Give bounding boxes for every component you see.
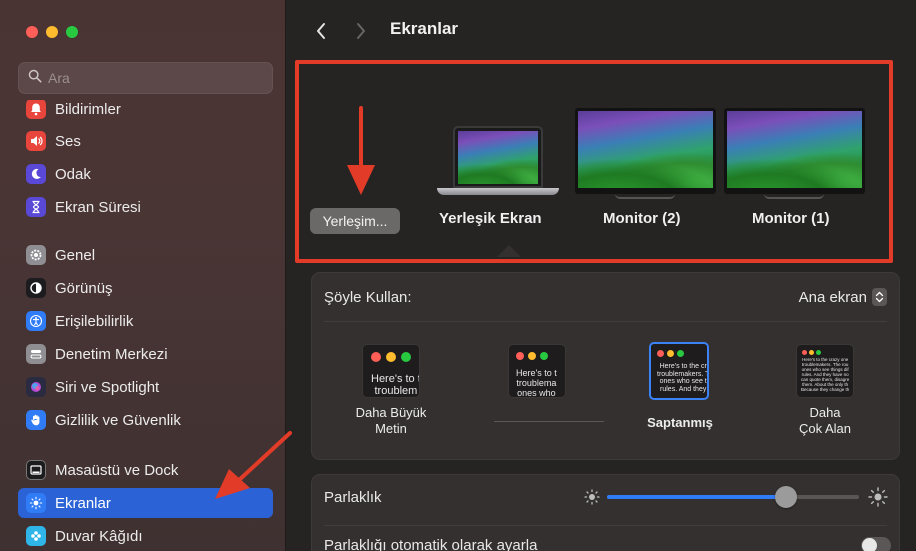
maximize-button[interactable]	[66, 26, 78, 38]
resolution-option-label: Daha Büyük Metin	[355, 405, 427, 437]
brightness-label: Parlaklık	[324, 489, 382, 506]
preview-text: Here's to the cr troublemakers. T ones w…	[657, 363, 709, 394]
sidebar-item-label: Masaüstü ve Dock	[55, 461, 179, 479]
use-as-value: Ana ekran	[798, 288, 867, 306]
search-icon	[28, 69, 42, 88]
appearance-icon	[26, 278, 46, 298]
updown-chevron-icon	[872, 288, 887, 306]
sidebar-item-duvar-kagidi[interactable]: Duvar Kâğıdı	[18, 521, 273, 551]
wallpaper-icon	[26, 526, 46, 546]
sidebar-item-denetim-merkezi[interactable]: Denetim Merkezi	[18, 339, 273, 369]
sidebar-item-masaustu-dock[interactable]: Masaüstü ve Dock	[18, 455, 273, 485]
sidebar-item-label: Siri ve Spotlight	[55, 378, 160, 396]
brightness-slider-knob[interactable]	[774, 486, 797, 508]
bell-icon	[26, 100, 46, 119]
toggle-knob	[862, 538, 877, 551]
moon-icon	[26, 164, 46, 184]
brightness-slider-fill	[607, 495, 786, 499]
search-input[interactable]	[48, 70, 248, 86]
divider	[324, 525, 887, 526]
back-button[interactable]	[311, 20, 331, 42]
sidebar-item-label: Odak	[55, 165, 91, 183]
sidebar-item-gizlilik[interactable]: Gizlilik ve Güvenlik	[18, 405, 273, 435]
siri-icon	[26, 377, 46, 397]
brightness-slider[interactable]	[607, 486, 859, 508]
forward-button[interactable]	[351, 20, 371, 42]
resolution-option-label: Daha Çok Alan	[798, 405, 852, 437]
sidebar-item-ekranlar[interactable]: Ekranlar	[18, 488, 273, 518]
sidebar-item-label: Genel	[55, 246, 96, 264]
sidebar-item-ekran-suresi[interactable]: Ekran Süresi	[18, 192, 273, 222]
main-content: Ekranlar Yerleşim... Yerleşik Ekran Moni…	[287, 0, 916, 551]
sidebar-item-label: Duvar Kâğıdı	[55, 527, 143, 545]
sidebar-item-label: Gizlilik ve Güvenlik	[55, 411, 181, 429]
brightness-low-icon	[582, 487, 602, 512]
gear-icon	[26, 245, 46, 265]
sidebar-item-label: Ses	[55, 132, 81, 150]
use-as-panel: Şöyle Kullan: Ana ekran Here's to t trou…	[311, 272, 900, 460]
system-settings-window: Bildirimler Ses Odak Ekran	[0, 0, 916, 551]
hand-icon	[26, 410, 46, 430]
use-as-label: Şöyle Kullan:	[324, 289, 412, 306]
sidebar-item-label: Bildirimler	[55, 100, 121, 118]
window-controls	[26, 26, 78, 38]
minimize-button[interactable]	[46, 26, 58, 38]
close-button[interactable]	[26, 26, 38, 38]
sidebar-item-gorunus[interactable]: Görünüş	[18, 273, 273, 303]
chevron-right-icon	[357, 23, 365, 39]
sidebar-item-genel[interactable]: Genel	[18, 240, 273, 270]
sidebar-item-label: Ekran Süresi	[55, 198, 141, 216]
auto-brightness-label: Parlaklığı otomatik olarak ayarla	[324, 537, 538, 551]
resolution-option-2[interactable]: Here's to t troublema ones who	[494, 341, 622, 441]
resolution-preview: Here's to the cr troublemakers. T ones w…	[649, 342, 709, 400]
preview-text: Here's to the crazy one troublemakers. T…	[801, 357, 850, 392]
resolution-option-label: Saptanmış	[647, 415, 713, 430]
sidebar-item-label: Denetim Merkezi	[55, 345, 168, 363]
resolution-option-more-space[interactable]: Here's to the crazy one troublemakers. T…	[780, 341, 880, 441]
sidebar-item-label: Erişilebilirlik	[55, 312, 134, 330]
brightness-high-icon	[867, 486, 889, 513]
chevron-left-icon	[317, 23, 325, 39]
sidebar-list: Bildirimler Ses Odak Ekran Süresi Genel …	[0, 100, 285, 551]
sidebar-item-ses[interactable]: Ses	[18, 126, 273, 156]
resolution-option-label-placeholder	[494, 421, 604, 422]
page-title: Ekranlar	[390, 19, 459, 38]
resolution-preview: Here's to the crazy one troublemakers. T…	[796, 344, 854, 398]
divider	[324, 321, 887, 322]
auto-brightness-toggle[interactable]	[861, 537, 891, 551]
resolution-option-default[interactable]: Here's to the cr troublemakers. T ones w…	[642, 341, 742, 441]
preview-text: Here's to t troublem	[371, 373, 419, 398]
sidebar-item-bildirimler[interactable]: Bildirimler	[18, 100, 273, 124]
preview-text: Here's to t troublema ones who	[516, 368, 557, 398]
brightness-panel: Parlaklık Parlaklığı otomatik olarak aya…	[311, 474, 900, 551]
dock-icon	[26, 460, 46, 480]
use-as-select[interactable]: Ana ekran	[799, 288, 887, 306]
resolution-option-larger-text[interactable]: Here's to t troublem Daha Büyük Metin	[352, 341, 442, 441]
sidebar: Bildirimler Ses Odak Ekran	[0, 0, 286, 551]
control-center-icon	[26, 344, 46, 364]
toolbar: Ekranlar	[287, 0, 916, 62]
accessibility-icon	[26, 311, 46, 331]
annotation-highlight-box	[295, 60, 893, 263]
sidebar-item-label: Ekranlar	[55, 494, 111, 512]
sidebar-item-odak[interactable]: Odak	[18, 159, 273, 189]
speaker-icon	[26, 131, 46, 151]
search-box[interactable]	[18, 62, 273, 94]
hourglass-icon	[26, 197, 46, 217]
resolution-preview: Here's to t troublema ones who	[508, 344, 566, 398]
sidebar-item-erisilebilirlik[interactable]: Erişilebilirlik	[18, 306, 273, 336]
sun-icon	[26, 493, 46, 513]
sidebar-item-label: Görünüş	[55, 279, 113, 297]
resolution-preview: Here's to t troublem	[362, 344, 420, 398]
sidebar-item-siri[interactable]: Siri ve Spotlight	[18, 372, 273, 402]
